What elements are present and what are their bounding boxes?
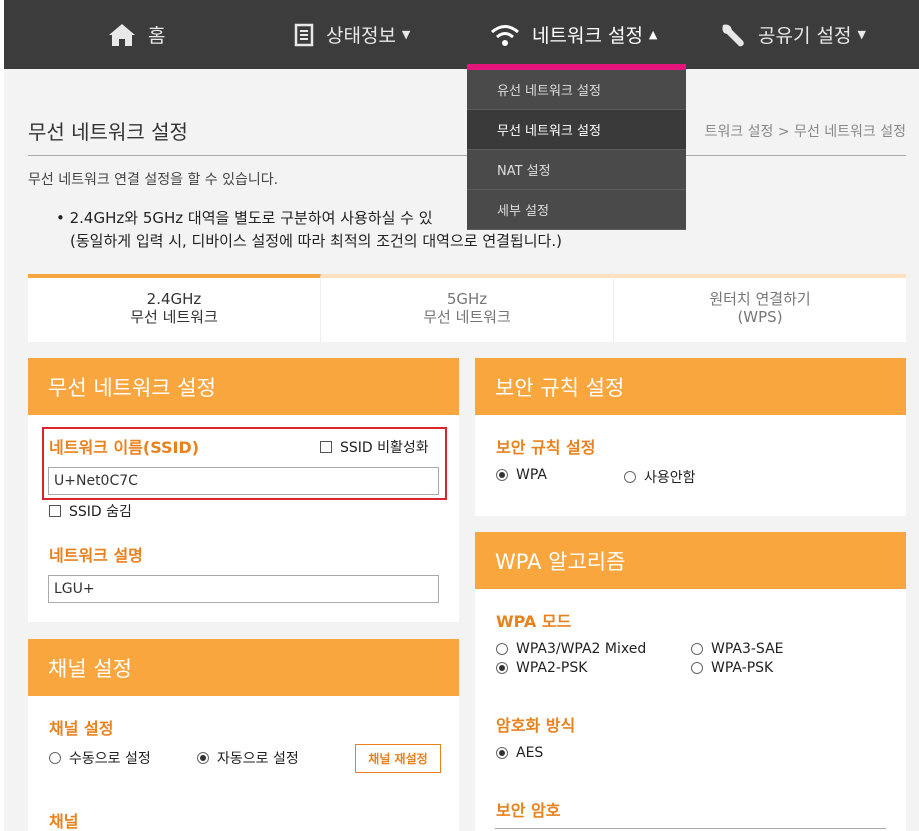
- encryption-aes-label: AES: [516, 745, 544, 761]
- channel-setting-label: 채널 설정: [49, 719, 114, 738]
- radio-icon: [197, 752, 209, 764]
- channel-manual-radio[interactable]: 수동으로 설정: [49, 748, 151, 768]
- caret-down-icon: ▼: [401, 28, 411, 41]
- tab-2-4ghz[interactable]: 2.4GHz 무선 네트워크: [28, 274, 321, 342]
- tab-5ghz-line2: 무선 네트워크: [423, 308, 511, 326]
- tab-wps-line2: (WPS): [737, 308, 783, 326]
- encryption-aes-radio[interactable]: AES: [496, 745, 543, 761]
- tab-2-4ghz-line1: 2.4GHz: [146, 290, 202, 308]
- checkbox-icon: [49, 505, 61, 517]
- tab-wps-line1: 원터치 연결하기: [709, 290, 811, 308]
- security-panel-header: 보안 규칙 설정: [475, 358, 906, 415]
- wpa-panel-header: WPA 알고리즘: [475, 532, 906, 589]
- page-description: 무선 네트워크 연결 설정을 할 수 있습니다.: [28, 172, 279, 188]
- radio-icon: [496, 643, 508, 655]
- network-desc-label: 네트워크 설명: [49, 546, 143, 565]
- nav-status[interactable]: 상태정보 ▼: [294, 0, 410, 69]
- page-title: 무선 네트워크 설정: [28, 120, 188, 144]
- tab-5ghz[interactable]: 5GHz 무선 네트워크: [321, 274, 614, 342]
- nav-network-label: 네트워크 설정: [532, 25, 643, 47]
- menu-item-nat[interactable]: NAT 설정: [467, 150, 686, 190]
- band-tabs: 2.4GHz 무선 네트워크 5GHz 무선 네트워크 원터치 연결하기 (WP…: [28, 274, 906, 342]
- tab-wps[interactable]: 원터치 연결하기 (WPS): [614, 274, 906, 342]
- caret-down-icon: ▼: [857, 28, 866, 41]
- nav-router-label: 공유기 설정: [758, 25, 852, 47]
- encryption-label: 암호화 방식: [496, 716, 576, 735]
- channel-panel-header: 채널 설정: [28, 639, 459, 696]
- document-icon: [294, 23, 314, 47]
- top-navigation: 홈 상태정보 ▼ 네트워크 설정 ▲ 공유기 설정 ▼: [4, 0, 919, 69]
- nav-network[interactable]: 네트워크 설정 ▲: [490, 0, 657, 69]
- menu-item-wired-network[interactable]: 유선 네트워크 설정: [467, 70, 686, 110]
- menu-item-advanced[interactable]: 세부 설정: [467, 190, 686, 230]
- channel-reset-button[interactable]: 채널 재설정: [355, 744, 441, 773]
- radio-icon: [691, 662, 703, 674]
- radio-icon: [49, 752, 61, 764]
- menu-item-wireless-network[interactable]: 무선 네트워크 설정: [467, 110, 686, 150]
- security-password-label: 보안 암호: [496, 801, 561, 820]
- wpa-algorithm-panel: WPA 알고리즘: [475, 532, 906, 831]
- wpa-mixed-label: WPA3/WPA2 Mixed: [516, 641, 647, 657]
- ssid-hide-checkbox[interactable]: SSID 숨김: [49, 501, 132, 521]
- wireless-panel-header: 무선 네트워크 설정: [28, 358, 459, 415]
- wrench-icon: [720, 22, 746, 48]
- radio-icon: [691, 643, 703, 655]
- radio-icon: [624, 471, 636, 483]
- network-desc-input[interactable]: [48, 575, 439, 603]
- radio-icon: [496, 747, 508, 759]
- radio-icon: [496, 469, 508, 481]
- wpa3-sae-radio[interactable]: WPA3-SAE: [691, 641, 784, 657]
- wpa2-psk-radio[interactable]: WPA2-PSK: [496, 660, 587, 676]
- nav-home[interactable]: 홈: [108, 0, 165, 69]
- wpa-mixed-radio[interactable]: WPA3/WPA2 Mixed: [496, 641, 646, 657]
- wpa-psk-radio[interactable]: WPA-PSK: [691, 660, 773, 676]
- radio-icon: [496, 662, 508, 674]
- nav-router[interactable]: 공유기 설정 ▼: [720, 0, 866, 69]
- home-icon: [108, 23, 136, 47]
- wpa-mode-label: WPA 모드: [496, 612, 572, 631]
- channel-manual-label: 수동으로 설정: [69, 751, 151, 767]
- security-wpa-radio[interactable]: WPA: [496, 467, 547, 483]
- nav-status-label: 상태정보: [326, 25, 396, 47]
- security-rule-label: 보안 규칙 설정: [496, 438, 596, 457]
- band-note-line2: (동일하게 입력 시, 디바이스 설정에 따라 최적의 조건의 대역으로 연결됩…: [70, 232, 562, 250]
- security-none-label: 사용안함: [644, 470, 696, 486]
- ssid-hide-label: SSID 숨김: [69, 504, 132, 520]
- ssid-highlight-box: [42, 427, 447, 500]
- breadcrumb: 트워크 설정 > 무선 네트워크 설정: [704, 124, 906, 140]
- wpa3-sae-label: WPA3-SAE: [711, 641, 784, 657]
- nav-home-label: 홈: [148, 25, 166, 47]
- wpa2-psk-label: WPA2-PSK: [516, 660, 588, 676]
- channel-label: 채널: [49, 812, 79, 831]
- wpa-psk-label: WPA-PSK: [711, 660, 774, 676]
- channel-auto-radio[interactable]: 자동으로 설정: [197, 748, 299, 768]
- security-none-radio[interactable]: 사용안함: [624, 467, 696, 487]
- tab-2-4ghz-line2: 무선 네트워크: [130, 308, 218, 326]
- caret-up-icon: ▲: [648, 28, 658, 41]
- network-dropdown-menu: 유선 네트워크 설정 무선 네트워크 설정 NAT 설정 세부 설정: [467, 64, 686, 230]
- wifi-icon: [490, 23, 520, 47]
- security-wpa-label: WPA: [516, 467, 547, 483]
- tab-5ghz-line1: 5GHz: [446, 290, 488, 308]
- channel-auto-label: 자동으로 설정: [217, 751, 299, 767]
